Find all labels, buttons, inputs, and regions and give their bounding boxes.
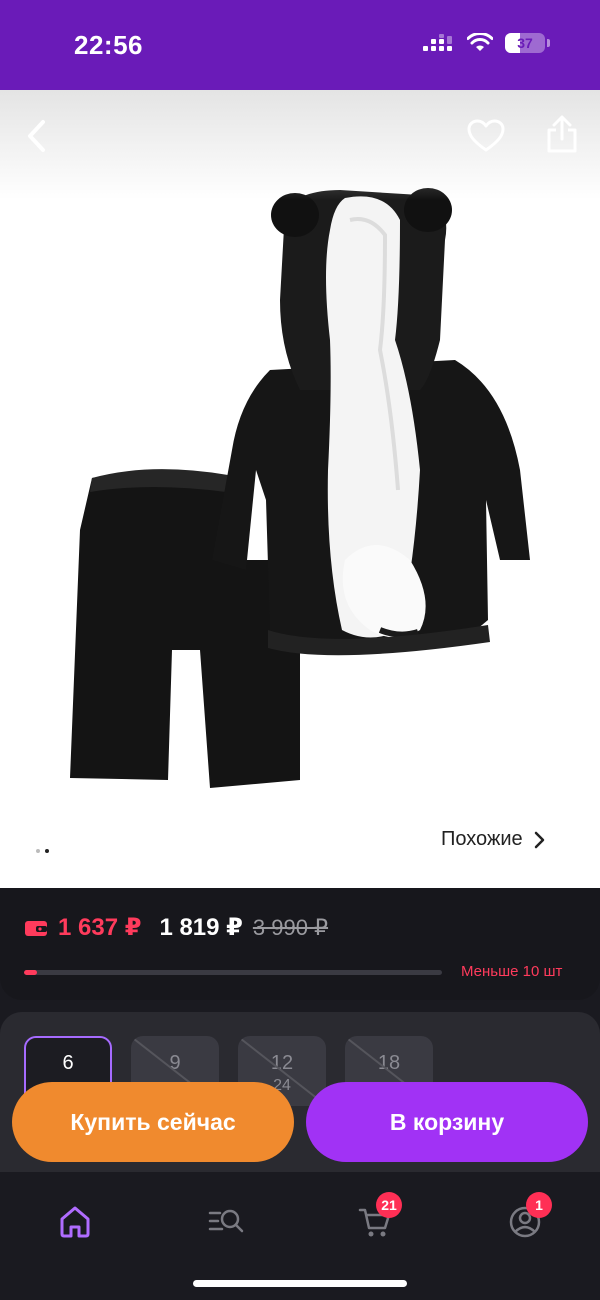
tab-catalog[interactable]	[194, 1190, 258, 1254]
status-icons: 37	[423, 33, 550, 53]
chevron-left-icon	[28, 120, 45, 152]
status-time: 22:56	[74, 30, 143, 60]
buy-now-button[interactable]: Купить сейчас	[12, 1082, 294, 1162]
price-row: 1 637 ₽ 1 819 ₽ 3 990 ₽	[24, 913, 328, 942]
wifi-icon	[467, 33, 493, 51]
gallery-dot	[36, 849, 40, 853]
old-price: 3 990 ₽	[252, 914, 329, 940]
similar-label: Похожие	[441, 828, 523, 850]
signal-icon	[423, 34, 452, 51]
battery-icon: 37	[505, 33, 545, 53]
status-bar: 22:56 37	[0, 0, 600, 90]
stock-progress-fill	[24, 970, 37, 975]
battery-cap	[547, 39, 550, 47]
chevron-right-icon	[534, 831, 544, 848]
share-icon	[547, 115, 577, 153]
wallet-icon	[25, 920, 47, 936]
heart-icon	[467, 119, 505, 152]
tab-home[interactable]	[43, 1190, 107, 1254]
catalog-search-icon	[208, 1209, 244, 1233]
product-image-gallery[interactable]: Похожие	[0, 90, 600, 888]
favorite-button[interactable]	[464, 114, 508, 158]
size-label: 9	[169, 1052, 181, 1074]
home-icon	[60, 1206, 90, 1238]
similar-products-link[interactable]: Похожие	[441, 828, 545, 851]
size-label: 6	[62, 1052, 74, 1074]
share-button[interactable]	[540, 112, 584, 156]
cart-badge: 21	[376, 1192, 402, 1218]
home-indicator	[193, 1280, 407, 1287]
stock-progress-bar	[24, 970, 442, 975]
back-button[interactable]	[16, 114, 60, 158]
gallery-dot-active	[45, 849, 49, 853]
add-to-cart-button[interactable]: В корзину	[306, 1082, 588, 1162]
image-top-gradient	[0, 90, 600, 200]
size-label: 12	[270, 1052, 294, 1074]
tab-cart[interactable]: 21	[343, 1190, 407, 1254]
price-card: 1 637 ₽ 1 819 ₽ 3 990 ₽ Меньше 10 шт	[0, 888, 600, 1000]
gallery-dots	[36, 849, 49, 853]
profile-badge: 1	[526, 1192, 552, 1218]
skunk-costume-photo	[70, 188, 530, 788]
stock-label: Меньше 10 шт	[461, 963, 563, 980]
wallet-price: 1 637 ₽	[58, 914, 142, 941]
size-label: 18	[377, 1052, 401, 1074]
battery-level: 37	[517, 35, 533, 51]
regular-price: 1 819 ₽	[159, 914, 243, 941]
tab-profile[interactable]: 1	[493, 1190, 557, 1254]
